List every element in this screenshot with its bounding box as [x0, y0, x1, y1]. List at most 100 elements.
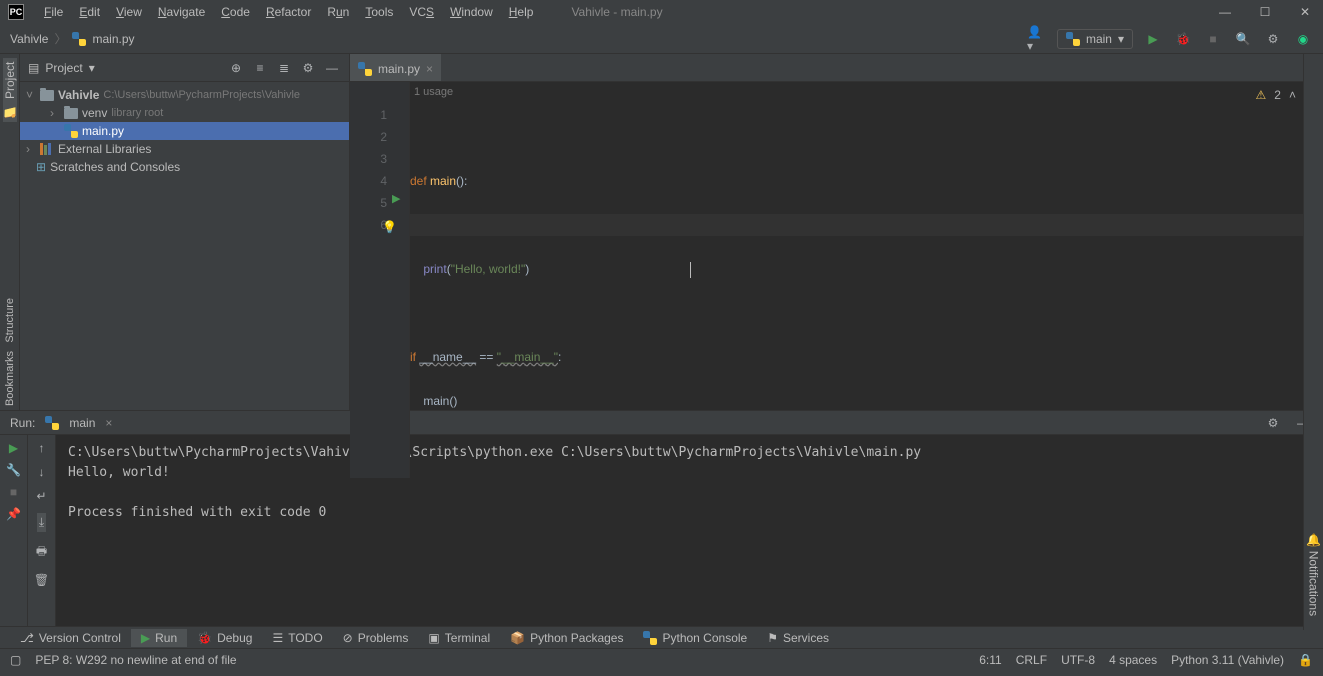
run-toolbar-right: ↑ ↓ ↵ ⤓ 🖶 🗑 — [28, 435, 56, 626]
tw-services[interactable]: ⚑Services — [757, 629, 839, 647]
menu-run[interactable]: Run — [319, 2, 357, 22]
lock-icon[interactable]: 🔒 — [1298, 653, 1313, 667]
search-icon[interactable]: 🔍 — [1233, 29, 1253, 49]
menu-vcs[interactable]: VCS — [401, 2, 442, 22]
python-file-icon — [64, 124, 78, 138]
python-icon — [1066, 32, 1080, 46]
tree-scratches[interactable]: ⊞ Scratches and Consoles — [20, 158, 349, 176]
editor-tab-main[interactable]: main.py × — [350, 54, 441, 81]
app-icon: PC — [8, 4, 24, 20]
warning-icon: ⚠ — [1256, 88, 1267, 102]
tw-python-packages[interactable]: 📦Python Packages — [500, 629, 633, 647]
caret-position[interactable]: 6:11 — [979, 653, 1001, 667]
project-header-icon: ▤ — [28, 61, 39, 75]
locate-icon[interactable]: ⊕ — [227, 61, 245, 75]
stop-icon[interactable]: ■ — [10, 485, 17, 499]
tw-terminal[interactable]: ▣Terminal — [418, 629, 500, 647]
tw-python-console[interactable]: Python Console — [633, 629, 757, 647]
editor-tab-bar: main.py × ⋮ — [350, 54, 1323, 82]
title-bar: PC File Edit View Navigate Code Refactor… — [0, 0, 1323, 24]
trash-icon[interactable]: 🗑 — [34, 573, 49, 587]
ide-features-icon[interactable]: ◉ — [1293, 29, 1313, 49]
bookmarks-tool-tab[interactable]: Bookmarks — [4, 347, 16, 410]
line-separator[interactable]: CRLF — [1016, 653, 1047, 667]
settings-icon[interactable]: ⚙ — [1263, 29, 1283, 49]
project-tree: ˅ Vahivle C:\Users\buttw\PycharmProjects… — [20, 82, 349, 180]
menu-tools[interactable]: Tools — [357, 2, 401, 22]
status-message: PEP 8: W292 no newline at end of file — [35, 653, 236, 667]
rerun-icon[interactable]: ▶ — [9, 441, 18, 455]
structure-tool-tab[interactable]: Structure — [4, 294, 16, 347]
folder-icon — [40, 90, 54, 101]
menu-bar: File Edit View Navigate Code Refactor Ru… — [36, 2, 541, 22]
code-area[interactable]: 💡 def main(): # Your code goes here prin… — [410, 82, 1323, 478]
breadcrumb: Vahivle 〉 main.py — [10, 30, 135, 47]
notifications-tool-tab[interactable]: 🔔 Notifications — [1307, 529, 1321, 620]
tw-problems[interactable]: ⊘Problems — [333, 629, 419, 647]
breadcrumb-file[interactable]: main.py — [92, 32, 134, 46]
menu-view[interactable]: View — [108, 2, 150, 22]
python-file-icon — [72, 32, 86, 46]
menu-window[interactable]: Window — [442, 2, 501, 22]
run-config-selector[interactable]: main ▾ — [1057, 29, 1133, 49]
scroll-icon[interactable]: ⤓ — [37, 513, 46, 532]
close-button[interactable]: ✕ — [1295, 5, 1315, 19]
interpreter[interactable]: Python 3.11 (Vahivle) — [1171, 653, 1284, 667]
indent-setting[interactable]: 4 spaces — [1109, 653, 1157, 667]
menu-navigate[interactable]: Navigate — [150, 2, 213, 22]
menu-help[interactable]: Help — [501, 2, 542, 22]
menu-code[interactable]: Code — [213, 2, 258, 22]
tree-external-libs[interactable]: › External Libraries — [20, 140, 349, 158]
view-mode-dropdown[interactable]: ▾ — [89, 61, 95, 75]
hide-panel-icon[interactable]: — — [323, 61, 341, 75]
print-icon[interactable]: 🖶 — [36, 542, 47, 563]
run-button[interactable]: ▶ — [1143, 29, 1163, 49]
menu-refactor[interactable]: Refactor — [258, 2, 319, 22]
breadcrumb-project[interactable]: Vahivle — [10, 32, 48, 46]
file-encoding[interactable]: UTF-8 — [1061, 653, 1095, 667]
pin-icon[interactable]: 📌 — [6, 507, 21, 521]
tool-icon[interactable]: 🔧 — [6, 463, 21, 477]
project-tool-tab[interactable]: 📁Project — [3, 58, 17, 122]
folder-icon — [64, 108, 78, 119]
editor-body[interactable]: 1 2 3 4 5 6 ▶ 1 usage 💡 def main(): # Yo… — [350, 82, 1323, 478]
expand-all-icon[interactable]: ≡ — [251, 61, 269, 75]
intention-bulb-icon[interactable]: 💡 — [382, 216, 397, 238]
stop-button[interactable]: ■ — [1203, 29, 1223, 49]
tree-venv[interactable]: › venv library root — [20, 104, 349, 122]
tree-main-py[interactable]: main.py — [20, 122, 349, 140]
project-panel-title: Project — [45, 61, 82, 75]
library-icon — [40, 143, 54, 155]
tw-todo[interactable]: ☰TODO — [262, 629, 332, 647]
run-label: Run: — [10, 416, 35, 430]
window-title: Vahivle - main.py — [571, 5, 1215, 19]
minimize-button[interactable]: — — [1215, 5, 1235, 19]
breadcrumb-separator: 〉 — [54, 30, 66, 47]
collapse-all-icon[interactable]: ≣ — [275, 61, 293, 75]
tw-run[interactable]: ▶Run — [131, 629, 187, 647]
add-user-icon[interactable]: 👤▾ — [1027, 29, 1047, 49]
editor-gutter: 1 2 3 4 5 6 ▶ — [350, 82, 410, 478]
debug-button[interactable]: 🐞 — [1173, 29, 1193, 49]
python-icon — [45, 416, 59, 430]
close-tab-icon[interactable]: × — [426, 62, 433, 76]
tw-version-control[interactable]: ⎇Version Control — [10, 629, 131, 647]
nav-bar: Vahivle 〉 main.py 👤▾ main ▾ ▶ 🐞 ■ 🔍 ⚙ ◉ — [0, 24, 1323, 54]
tree-root[interactable]: ˅ Vahivle C:\Users\buttw\PycharmProjects… — [20, 86, 349, 104]
down-icon[interactable]: ↓ — [39, 465, 45, 479]
up-icon[interactable]: ↑ — [39, 441, 45, 455]
close-run-tab-icon[interactable]: × — [105, 416, 112, 430]
editor-area: main.py × ⋮ 1 2 3 4 5 6 ▶ 1 usage 💡 def … — [350, 54, 1323, 410]
tool-window-toggle-icon[interactable]: ▢ — [10, 653, 21, 667]
right-tool-gutter: 🔔 Notifications — [1303, 54, 1323, 630]
run-line-marker-icon[interactable]: ▶ — [392, 192, 400, 205]
prev-highlight-icon[interactable]: ˄ — [1289, 88, 1296, 102]
text-cursor — [690, 262, 691, 278]
menu-edit[interactable]: Edit — [71, 2, 108, 22]
panel-settings-icon[interactable]: ⚙ — [299, 61, 317, 75]
run-toolbar-left: ▶ 🔧 ■ 📌 — [0, 435, 28, 626]
wrap-icon[interactable]: ↵ — [36, 489, 46, 503]
tw-debug[interactable]: 🐞Debug — [187, 629, 262, 647]
maximize-button[interactable]: ☐ — [1255, 5, 1275, 19]
menu-file[interactable]: File — [36, 2, 71, 22]
